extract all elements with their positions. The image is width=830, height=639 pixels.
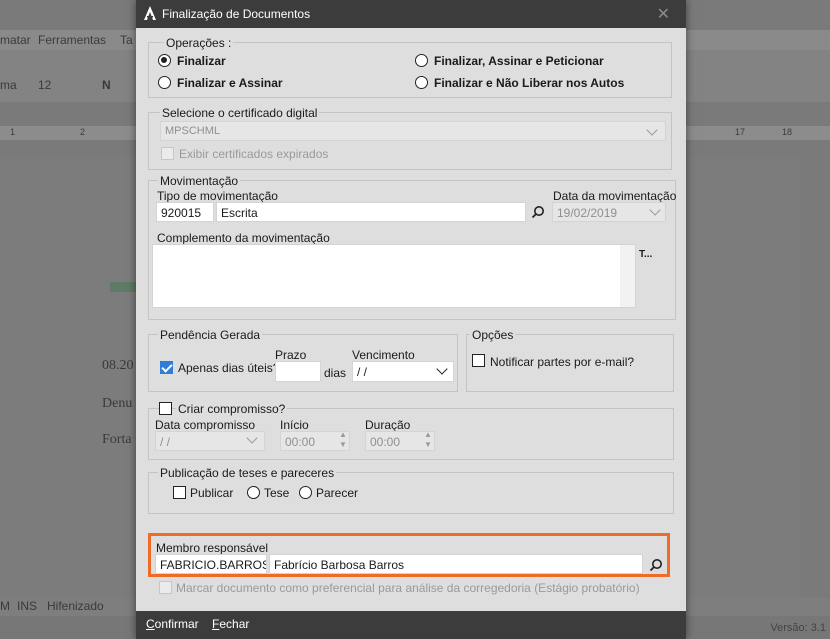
document-text-line: Denu — [102, 396, 133, 411]
exibir-expirados-checkbox[interactable] — [161, 147, 174, 160]
inicio-value: 00:00 — [285, 435, 316, 449]
movimentacao-label: Movimentação — [158, 174, 241, 188]
menu-item-ferramentas[interactable]: Ferramentas — [38, 33, 106, 47]
criar-compromisso-label: Criar compromisso? — [176, 402, 288, 416]
status-item: M — [0, 599, 10, 613]
vencimento-label: Vencimento — [352, 348, 415, 362]
exibir-expirados-label: Exibir certificados expirados — [179, 147, 329, 161]
opcoes-label: Opções — [470, 328, 516, 342]
ruler-tick: 18 — [782, 127, 793, 137]
confirmar-button[interactable]: Confirmar — [146, 617, 199, 631]
bold-icon[interactable]: N — [102, 78, 111, 92]
criar-compromisso-checkbox[interactable] — [159, 402, 172, 415]
dialog-titlebar[interactable]: Finalização de Documentos ✕ — [136, 0, 686, 28]
marcar-preferencial-label: Marcar documento como preferencial para … — [176, 581, 640, 595]
duracao-label: Duração — [365, 418, 411, 432]
publicacao-label: Publicação de teses e pareceres — [158, 466, 337, 480]
dialog-footer: Confirmar Fechar — [136, 611, 686, 639]
ruler-tick: 1 — [10, 127, 16, 137]
data-movimentacao-input[interactable]: 19/02/2019 — [552, 202, 666, 222]
membro-code-value: FABRICIO.BARROS — [160, 558, 267, 572]
version-label: Versão: 3.1 — [770, 622, 826, 634]
inicio-label: Início — [280, 418, 309, 432]
document-logo — [110, 282, 136, 292]
radio-finalizar-assinar-label[interactable]: Finalizar e Assinar — [177, 76, 283, 90]
operacoes-label: Operações : — [164, 36, 234, 50]
menu-item-tabela[interactable]: Ta — [120, 33, 133, 47]
vencimento-value: / / — [357, 365, 368, 379]
apenas-dias-uteis-checkbox[interactable] — [160, 361, 173, 374]
publicar-label: Publicar — [190, 486, 234, 500]
document-text-line: 08.20 — [102, 358, 134, 373]
radio-finalizar-assinar-peticionar-label[interactable]: Finalizar, Assinar e Peticionar — [434, 54, 604, 68]
radio-finalizar-label[interactable]: Finalizar — [177, 54, 226, 68]
radio-tese[interactable] — [247, 486, 260, 499]
radio-finalizar-assinar[interactable] — [158, 76, 171, 89]
radio-finalizar[interactable] — [158, 54, 171, 67]
ruler-tick: 2 — [80, 127, 86, 137]
notificar-partes-label: Notificar partes por e-mail? — [490, 355, 635, 369]
tipo-desc-value: Escrita — [221, 206, 258, 220]
font-name-field[interactable]: ma — [0, 78, 17, 92]
radio-finalizar-nao-liberar-label[interactable]: Finalizar e Não Liberar nos Autos — [434, 76, 624, 90]
status-item: Hifenizado — [47, 599, 104, 613]
membro-responsavel-label: Membro responsável — [156, 541, 269, 555]
data-movimentacao-label: Data da movimentação — [553, 189, 677, 203]
parecer-label: Parecer — [316, 486, 359, 500]
dialog-title: Finalização de Documentos — [162, 7, 311, 21]
data-compromisso-value: / / — [160, 435, 171, 449]
membro-name-input[interactable]: Fabrício Barbosa Barros — [269, 554, 643, 574]
fechar-button[interactable]: Fechar — [212, 617, 249, 631]
tipo-movimentacao-label: Tipo de movimentação — [157, 189, 278, 203]
complemento-textarea[interactable] — [152, 244, 636, 308]
app-logo-icon — [144, 6, 156, 20]
marcar-preferencial-checkbox[interactable] — [159, 581, 172, 594]
document-text-line: Forta — [102, 432, 132, 447]
data-movimentacao-value: 19/02/2019 — [557, 206, 618, 220]
tipo-movimentacao-code-input[interactable]: 920015 — [156, 202, 214, 222]
certificado-label: Selecione o certificado digital — [160, 106, 320, 120]
tipo-code-value: 920015 — [161, 206, 202, 220]
ruler-tick: 17 — [735, 127, 746, 137]
font-size-field[interactable]: 12 — [38, 78, 51, 92]
pendencia-label: Pendência Gerada — [158, 328, 263, 342]
close-icon[interactable]: ✕ — [657, 4, 670, 24]
text-tool-label[interactable]: T... — [639, 249, 652, 260]
duracao-spinner-icon[interactable]: ▲ ▼ — [424, 430, 432, 450]
membro-name-value: Fabrício Barbosa Barros — [274, 558, 405, 572]
menu-item-formatar[interactable]: matar — [0, 33, 31, 47]
duracao-value: 00:00 — [370, 435, 401, 449]
apenas-dias-uteis-label: Apenas dias úteis? — [178, 361, 280, 375]
data-compromisso-label: Data compromisso — [155, 418, 256, 432]
prazo-input[interactable] — [275, 361, 321, 382]
dias-label: dias — [324, 366, 347, 380]
search-icon[interactable] — [531, 205, 545, 219]
prazo-label: Prazo — [275, 348, 307, 362]
complemento-label: Complemento da movimentação — [157, 231, 330, 245]
membro-code-input[interactable]: FABRICIO.BARROS — [155, 554, 267, 574]
complemento-scrollbar[interactable] — [620, 245, 635, 307]
tese-label: Tese — [264, 486, 290, 500]
radio-parecer[interactable] — [299, 486, 312, 499]
publicar-checkbox[interactable] — [173, 486, 186, 499]
inicio-spinner-icon[interactable]: ▲ ▼ — [339, 430, 347, 450]
finalizacao-dialog: Finalização de Documentos ✕ Operações : … — [136, 0, 686, 639]
certificado-select[interactable]: MPSCHML — [160, 121, 666, 141]
notificar-partes-checkbox[interactable] — [472, 354, 485, 367]
radio-finalizar-assinar-peticionar[interactable] — [415, 54, 428, 67]
status-item: INS — [17, 599, 38, 613]
certificado-value: MPSCHML — [165, 125, 221, 137]
search-icon[interactable] — [649, 558, 663, 572]
radio-finalizar-nao-liberar[interactable] — [415, 76, 428, 89]
tipo-movimentacao-desc-input[interactable]: Escrita — [216, 202, 526, 222]
